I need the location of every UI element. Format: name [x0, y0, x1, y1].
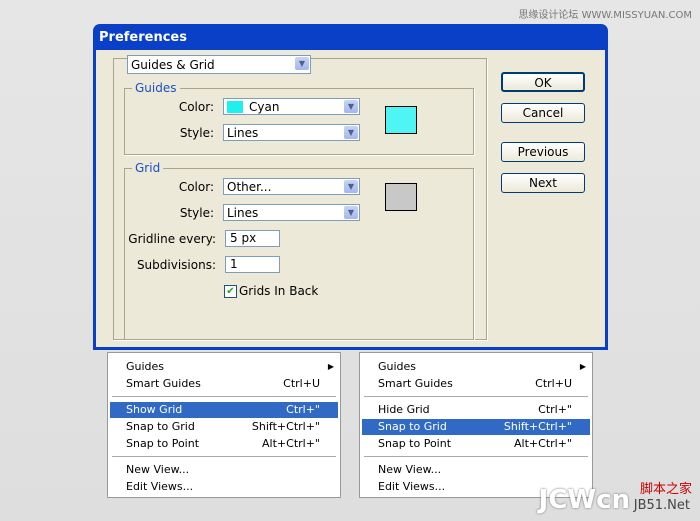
menu-item[interactable]: Snap to Point Alt+Ctrl+" [110, 436, 338, 452]
grid-style-dropdown[interactable]: Lines ▼ [223, 204, 360, 221]
menu-item-label: Snap to Point [126, 437, 200, 450]
menu-item[interactable]: New View... [110, 462, 338, 478]
menu-item-label: New View... [378, 463, 442, 476]
previous-button[interactable]: Previous [501, 142, 585, 162]
menu-item[interactable]: New View... [362, 462, 590, 478]
grid-style-value: Lines [227, 206, 259, 220]
gridline-input[interactable]: 5 px [225, 230, 280, 247]
menu-item[interactable]: Show Grid Ctrl+" [110, 402, 338, 418]
next-button[interactable]: Next [501, 173, 585, 193]
guides-style-dropdown[interactable]: Lines ▼ [223, 124, 360, 141]
menu-item-label: Edit Views... [126, 480, 194, 493]
menu-item-shortcut: Alt+Ctrl+" [262, 437, 320, 450]
menu-item-shortcut: Ctrl+" [286, 403, 320, 416]
menu-item-shortcut: Shift+Ctrl+" [503, 420, 572, 433]
gridline-label: Gridline every: [128, 232, 216, 246]
submenu-arrow-icon: ▶ [579, 362, 586, 371]
guides-color-label: Color: [178, 100, 214, 114]
menu-item-shortcut: Shift+Ctrl+" [251, 420, 320, 433]
subdivisions-label: Subdivisions: [136, 258, 216, 272]
dialog-body: Guides & Grid ▼ Guides Color: Cyan ▼ Style… [96, 50, 605, 347]
guides-style-label: Style: [179, 126, 214, 140]
guides-legend: Guides [132, 81, 180, 95]
menu-item[interactable]: Hide Grid Ctrl+" [362, 402, 590, 418]
ok-button[interactable]: OK [501, 72, 585, 92]
menu-item-shortcut: Ctrl+U [283, 377, 320, 390]
guides-color-swatch[interactable] [385, 106, 417, 134]
menu-item-shortcut: Alt+Ctrl+" [514, 437, 572, 450]
menu-item-label: Guides [126, 360, 165, 373]
menu-item-shortcut: Ctrl+U [535, 377, 572, 390]
view-menu: Guides ▶ Smart Guides Ctrl+U Hide Grid Ctrl+"… [359, 352, 593, 498]
watermark-site: JB51.Net [633, 498, 690, 513]
menu-item-label: Snap to Point [378, 437, 452, 450]
grid-color-label: Color: [178, 180, 214, 194]
grids-in-back-label: Grids In Back [239, 284, 319, 298]
watermark-logo: JCWcn [538, 485, 630, 515]
menu-item-label: Smart Guides [126, 377, 201, 390]
chevron-down-icon: ▼ [344, 180, 358, 193]
grid-color-swatch[interactable] [385, 183, 417, 211]
subdivisions-input[interactable]: 1 [225, 256, 280, 273]
chevron-down-icon: ▼ [295, 57, 309, 70]
menu-item[interactable]: Snap to Point Alt+Ctrl+" [362, 436, 590, 452]
menu-item[interactable]: Guides ▶ [362, 359, 590, 375]
menu-item-label: Hide Grid [378, 403, 430, 416]
menu-item[interactable]: Snap to Grid Shift+Ctrl+" [110, 419, 338, 435]
menu-item[interactable]: Guides ▶ [110, 359, 338, 375]
chevron-down-icon: ▼ [344, 126, 358, 139]
grid-color-dropdown[interactable]: Other... ▼ [223, 178, 360, 195]
menu-item-label: Snap to Grid [126, 420, 195, 433]
guides-color-value: Cyan [249, 100, 280, 114]
menu-item[interactable]: Edit Views... [110, 479, 338, 495]
menu-item-label: Guides [378, 360, 417, 373]
chevron-down-icon: ▼ [344, 206, 358, 219]
menu-item-label: New View... [126, 463, 190, 476]
menu-item[interactable]: Snap to Grid Shift+Ctrl+" [362, 419, 590, 435]
menu-item-label: Snap to Grid [378, 420, 447, 433]
grids-in-back-checkbox[interactable]: ✔ [224, 285, 237, 298]
dialog-title: Preferences [99, 30, 187, 45]
menu-item-label: Show Grid [126, 403, 183, 416]
preferences-dialog: Preferences Guides & Grid ▼ Guides Color:… [93, 24, 608, 350]
menu-separator [112, 456, 336, 457]
submenu-arrow-icon: ▶ [327, 362, 334, 371]
guides-style-value: Lines [227, 126, 259, 140]
menu-item[interactable]: Smart Guides Ctrl+U [110, 376, 338, 392]
cancel-button[interactable]: Cancel [501, 103, 585, 123]
menu-separator [364, 396, 588, 397]
section-value: Guides & Grid [131, 58, 215, 72]
chevron-down-icon: ▼ [344, 100, 358, 113]
menu-item-label: Smart Guides [378, 377, 453, 390]
grid-style-label: Style: [179, 206, 214, 220]
grid-legend: Grid [132, 161, 164, 175]
menu-item-shortcut: Ctrl+" [538, 403, 572, 416]
watermark-cn: 脚本之家 [639, 482, 692, 497]
watermark-top: 思缘设计论坛 WWW.MISSYUAN.COM [518, 10, 692, 21]
view-menu: Guides ▶ Smart Guides Ctrl+U Show Grid Ctrl+"… [107, 352, 341, 498]
menu-item[interactable]: Smart Guides Ctrl+U [362, 376, 590, 392]
section-dropdown[interactable]: Guides & Grid ▼ [127, 55, 311, 74]
menu-separator [364, 456, 588, 457]
guides-color-dropdown[interactable]: Cyan ▼ [223, 98, 360, 115]
grid-color-value: Other... [227, 180, 272, 194]
menu-separator [112, 396, 336, 397]
cyan-chip [227, 101, 243, 113]
menu-item-label: Edit Views... [378, 480, 446, 493]
